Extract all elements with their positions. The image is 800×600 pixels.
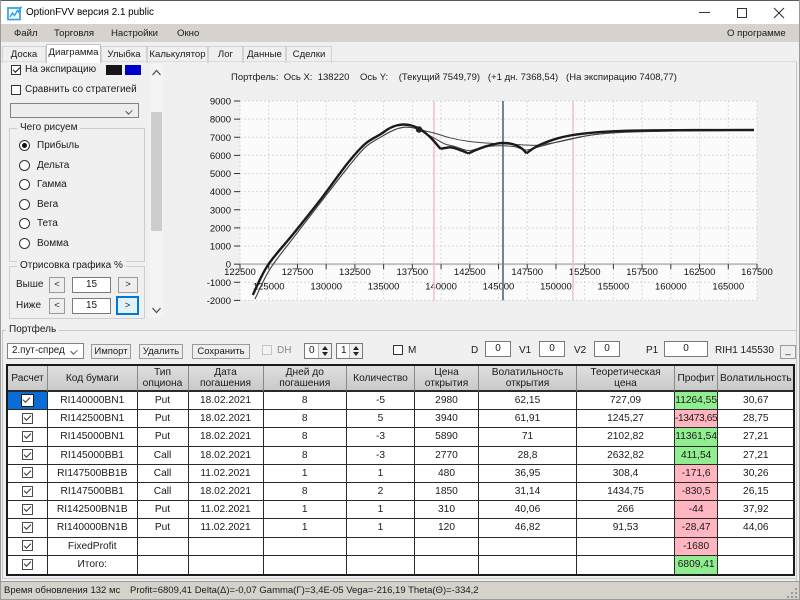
svg-text:167500: 167500 — [741, 267, 773, 278]
svg-text:147500: 147500 — [511, 267, 543, 278]
svg-text:160000: 160000 — [655, 281, 687, 292]
svg-text:3000: 3000 — [210, 205, 231, 216]
svg-text:5000: 5000 — [210, 169, 231, 180]
svg-text:157500: 157500 — [626, 267, 658, 278]
svg-text:137500: 137500 — [396, 267, 428, 278]
svg-text:-2000: -2000 — [207, 296, 231, 307]
svg-text:132500: 132500 — [339, 267, 371, 278]
svg-text:150000: 150000 — [540, 281, 572, 292]
svg-text:165000: 165000 — [712, 281, 744, 292]
svg-text:8000: 8000 — [210, 115, 231, 126]
svg-text:155000: 155000 — [598, 281, 630, 292]
svg-text:127500: 127500 — [282, 267, 314, 278]
svg-text:130000: 130000 — [310, 281, 342, 292]
svg-text:145000: 145000 — [483, 281, 515, 292]
svg-text:142500: 142500 — [454, 267, 486, 278]
svg-text:-1000: -1000 — [207, 278, 231, 289]
svg-text:9000: 9000 — [210, 97, 231, 108]
svg-text:6000: 6000 — [210, 151, 231, 162]
svg-text:122500: 122500 — [224, 267, 256, 278]
svg-text:7000: 7000 — [210, 133, 231, 144]
svg-text:135000: 135000 — [368, 281, 400, 292]
svg-text:4000: 4000 — [210, 187, 231, 198]
svg-text:162500: 162500 — [684, 267, 716, 278]
svg-text:2000: 2000 — [210, 223, 231, 234]
svg-text:1000: 1000 — [210, 242, 231, 253]
svg-text:140000: 140000 — [425, 281, 457, 292]
